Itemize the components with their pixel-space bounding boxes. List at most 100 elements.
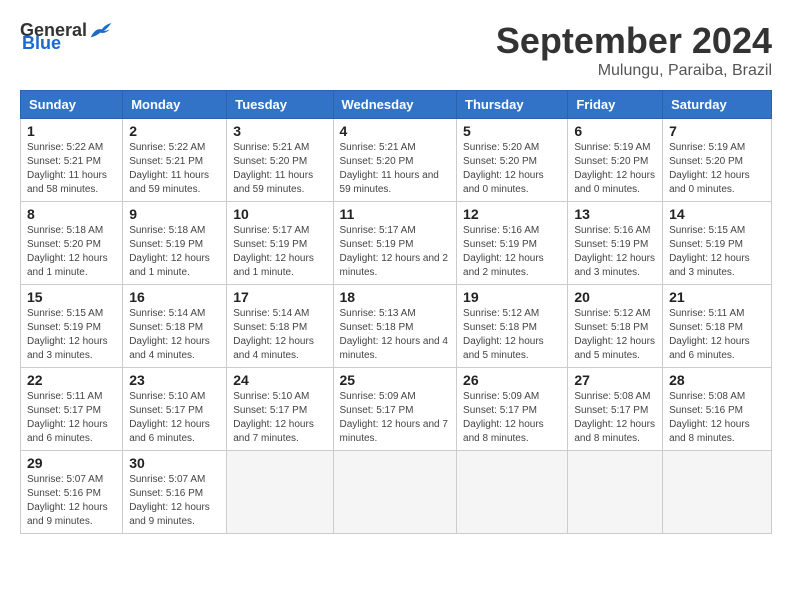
day-number: 17 (233, 289, 326, 305)
calendar-day: 20 Sunrise: 5:12 AM Sunset: 5:18 PM Dayli… (568, 285, 663, 368)
day-info: Sunrise: 5:07 AM Sunset: 5:16 PM Dayligh… (129, 473, 220, 529)
day-number: 2 (129, 123, 220, 139)
day-number: 15 (27, 289, 116, 305)
logo: General Blue (20, 20, 113, 54)
day-number: 13 (574, 206, 656, 222)
calendar-day: 24 Sunrise: 5:10 AM Sunset: 5:17 PM Dayli… (227, 368, 333, 451)
day-number: 24 (233, 372, 326, 388)
day-number: 11 (340, 206, 451, 222)
day-info: Sunrise: 5:16 AM Sunset: 5:19 PM Dayligh… (574, 224, 656, 280)
day-info: Sunrise: 5:12 AM Sunset: 5:18 PM Dayligh… (463, 307, 561, 363)
day-number: 30 (129, 455, 220, 471)
calendar-week-5: 29Sunrise: 5:07 AM Sunset: 5:16 PM Dayli… (21, 451, 772, 534)
calendar-day: 3 Sunrise: 5:21 AM Sunset: 5:20 PM Daylig… (227, 119, 333, 202)
calendar-day: 23Sunrise: 5:10 AM Sunset: 5:17 PM Dayli… (123, 368, 227, 451)
day-number: 23 (129, 372, 220, 388)
calendar-day (663, 451, 772, 534)
calendar-day: 2 Sunrise: 5:22 AM Sunset: 5:21 PM Daylig… (123, 119, 227, 202)
day-info: Sunrise: 5:12 AM Sunset: 5:18 PM Dayligh… (574, 307, 656, 363)
day-info: Sunrise: 5:15 AM Sunset: 5:19 PM Dayligh… (669, 224, 765, 280)
calendar-week-1: 1 Sunrise: 5:22 AM Sunset: 5:21 PM Daylig… (21, 119, 772, 202)
calendar-week-2: 8 Sunrise: 5:18 AM Sunset: 5:20 PM Daylig… (21, 202, 772, 285)
calendar-day: 7 Sunrise: 5:19 AM Sunset: 5:20 PM Daylig… (663, 119, 772, 202)
day-info: Sunrise: 5:11 AM Sunset: 5:18 PM Dayligh… (669, 307, 765, 363)
calendar-day: 8 Sunrise: 5:18 AM Sunset: 5:20 PM Daylig… (21, 202, 123, 285)
day-info: Sunrise: 5:10 AM Sunset: 5:17 PM Dayligh… (233, 390, 326, 446)
calendar-day: 27 Sunrise: 5:08 AM Sunset: 5:17 PM Dayli… (568, 368, 663, 451)
day-info: Sunrise: 5:21 AM Sunset: 5:20 PM Dayligh… (340, 141, 451, 197)
day-info: Sunrise: 5:13 AM Sunset: 5:18 PM Dayligh… (340, 307, 451, 363)
day-number: 16 (129, 289, 220, 305)
calendar-day: 5Sunrise: 5:20 AM Sunset: 5:20 PM Daylig… (457, 119, 568, 202)
calendar-day: 10Sunrise: 5:17 AM Sunset: 5:19 PM Dayli… (227, 202, 333, 285)
day-info: Sunrise: 5:17 AM Sunset: 5:19 PM Dayligh… (340, 224, 451, 280)
day-number: 18 (340, 289, 451, 305)
day-info: Sunrise: 5:14 AM Sunset: 5:18 PM Dayligh… (129, 307, 220, 363)
logo-bird-icon (89, 21, 113, 41)
logo-blue-text: Blue (22, 33, 61, 54)
day-number: 4 (340, 123, 451, 139)
day-info: Sunrise: 5:08 AM Sunset: 5:16 PM Dayligh… (669, 390, 765, 446)
day-info: Sunrise: 5:20 AM Sunset: 5:20 PM Dayligh… (463, 141, 561, 197)
calendar-day: 25Sunrise: 5:09 AM Sunset: 5:17 PM Dayli… (333, 368, 457, 451)
calendar-week-4: 22 Sunrise: 5:11 AM Sunset: 5:17 PM Dayli… (21, 368, 772, 451)
month-title: September 2024 (496, 20, 772, 62)
col-header-thursday: Thursday (457, 91, 568, 119)
calendar-day: 21Sunrise: 5:11 AM Sunset: 5:18 PM Dayli… (663, 285, 772, 368)
day-info: Sunrise: 5:14 AM Sunset: 5:18 PM Dayligh… (233, 307, 326, 363)
day-number: 1 (27, 123, 116, 139)
col-header-wednesday: Wednesday (333, 91, 457, 119)
day-number: 20 (574, 289, 656, 305)
day-info: Sunrise: 5:07 AM Sunset: 5:16 PM Dayligh… (27, 473, 116, 529)
day-number: 22 (27, 372, 116, 388)
day-info: Sunrise: 5:22 AM Sunset: 5:21 PM Dayligh… (27, 141, 116, 197)
calendar-day: 26 Sunrise: 5:09 AM Sunset: 5:17 PM Dayli… (457, 368, 568, 451)
day-number: 28 (669, 372, 765, 388)
day-number: 3 (233, 123, 326, 139)
day-info: Sunrise: 5:15 AM Sunset: 5:19 PM Dayligh… (27, 307, 116, 363)
calendar-day: 12 Sunrise: 5:16 AM Sunset: 5:19 PM Dayli… (457, 202, 568, 285)
day-number: 26 (463, 372, 561, 388)
calendar-day: 14 Sunrise: 5:15 AM Sunset: 5:19 PM Dayli… (663, 202, 772, 285)
calendar-day: 15 Sunrise: 5:15 AM Sunset: 5:19 PM Dayli… (21, 285, 123, 368)
day-info: Sunrise: 5:18 AM Sunset: 5:19 PM Dayligh… (129, 224, 220, 280)
day-info: Sunrise: 5:19 AM Sunset: 5:20 PM Dayligh… (669, 141, 765, 197)
day-info: Sunrise: 5:16 AM Sunset: 5:19 PM Dayligh… (463, 224, 561, 280)
day-number: 12 (463, 206, 561, 222)
day-number: 19 (463, 289, 561, 305)
calendar-day: 11 Sunrise: 5:17 AM Sunset: 5:19 PM Dayli… (333, 202, 457, 285)
page-header: General Blue September 2024 Mulungu, Par… (20, 20, 772, 80)
calendar-day: 9 Sunrise: 5:18 AM Sunset: 5:19 PM Daylig… (123, 202, 227, 285)
day-info: Sunrise: 5:11 AM Sunset: 5:17 PM Dayligh… (27, 390, 116, 446)
day-info: Sunrise: 5:22 AM Sunset: 5:21 PM Dayligh… (129, 141, 220, 197)
calendar-day: 18 Sunrise: 5:13 AM Sunset: 5:18 PM Dayli… (333, 285, 457, 368)
col-header-saturday: Saturday (663, 91, 772, 119)
day-number: 14 (669, 206, 765, 222)
calendar-day: 19 Sunrise: 5:12 AM Sunset: 5:18 PM Dayli… (457, 285, 568, 368)
calendar-day (568, 451, 663, 534)
col-header-sunday: Sunday (21, 91, 123, 119)
day-info: Sunrise: 5:09 AM Sunset: 5:17 PM Dayligh… (463, 390, 561, 446)
day-info: Sunrise: 5:17 AM Sunset: 5:19 PM Dayligh… (233, 224, 326, 280)
calendar-week-3: 15 Sunrise: 5:15 AM Sunset: 5:19 PM Dayli… (21, 285, 772, 368)
calendar-header-row: SundayMondayTuesdayWednesdayThursdayFrid… (21, 91, 772, 119)
day-number: 7 (669, 123, 765, 139)
calendar-day: 28 Sunrise: 5:08 AM Sunset: 5:16 PM Dayli… (663, 368, 772, 451)
day-number: 6 (574, 123, 656, 139)
day-number: 8 (27, 206, 116, 222)
day-number: 9 (129, 206, 220, 222)
day-number: 25 (340, 372, 451, 388)
day-info: Sunrise: 5:08 AM Sunset: 5:17 PM Dayligh… (574, 390, 656, 446)
day-info: Sunrise: 5:19 AM Sunset: 5:20 PM Dayligh… (574, 141, 656, 197)
day-info: Sunrise: 5:21 AM Sunset: 5:20 PM Dayligh… (233, 141, 326, 197)
col-header-friday: Friday (568, 91, 663, 119)
calendar-day: 29Sunrise: 5:07 AM Sunset: 5:16 PM Dayli… (21, 451, 123, 534)
day-info: Sunrise: 5:18 AM Sunset: 5:20 PM Dayligh… (27, 224, 116, 280)
calendar-day: 1 Sunrise: 5:22 AM Sunset: 5:21 PM Daylig… (21, 119, 123, 202)
calendar-day (333, 451, 457, 534)
title-section: September 2024 Mulungu, Paraiba, Brazil (496, 20, 772, 80)
calendar-day: 22 Sunrise: 5:11 AM Sunset: 5:17 PM Dayli… (21, 368, 123, 451)
calendar-day: 6 Sunrise: 5:19 AM Sunset: 5:20 PM Daylig… (568, 119, 663, 202)
calendar-day: 4 Sunrise: 5:21 AM Sunset: 5:20 PM Daylig… (333, 119, 457, 202)
day-number: 27 (574, 372, 656, 388)
